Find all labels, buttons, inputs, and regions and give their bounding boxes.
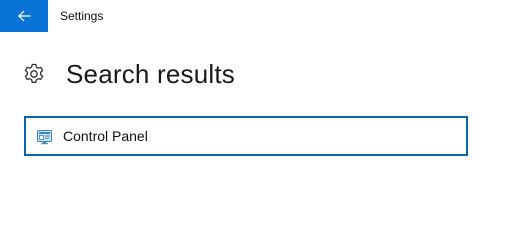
control-panel-icon (37, 129, 53, 145)
page-title: Search results (66, 59, 235, 89)
app-title: Settings (60, 9, 104, 23)
arrow-left-icon (16, 8, 32, 24)
title-bar: Settings (0, 0, 517, 32)
result-item-control-panel[interactable]: Control Panel (24, 116, 468, 156)
back-button[interactable] (0, 0, 48, 32)
gear-icon (22, 62, 46, 86)
settings-window: Settings Search results Control Panel (0, 0, 517, 238)
page-header: Search results (0, 56, 517, 92)
result-label: Control Panel (63, 128, 148, 144)
